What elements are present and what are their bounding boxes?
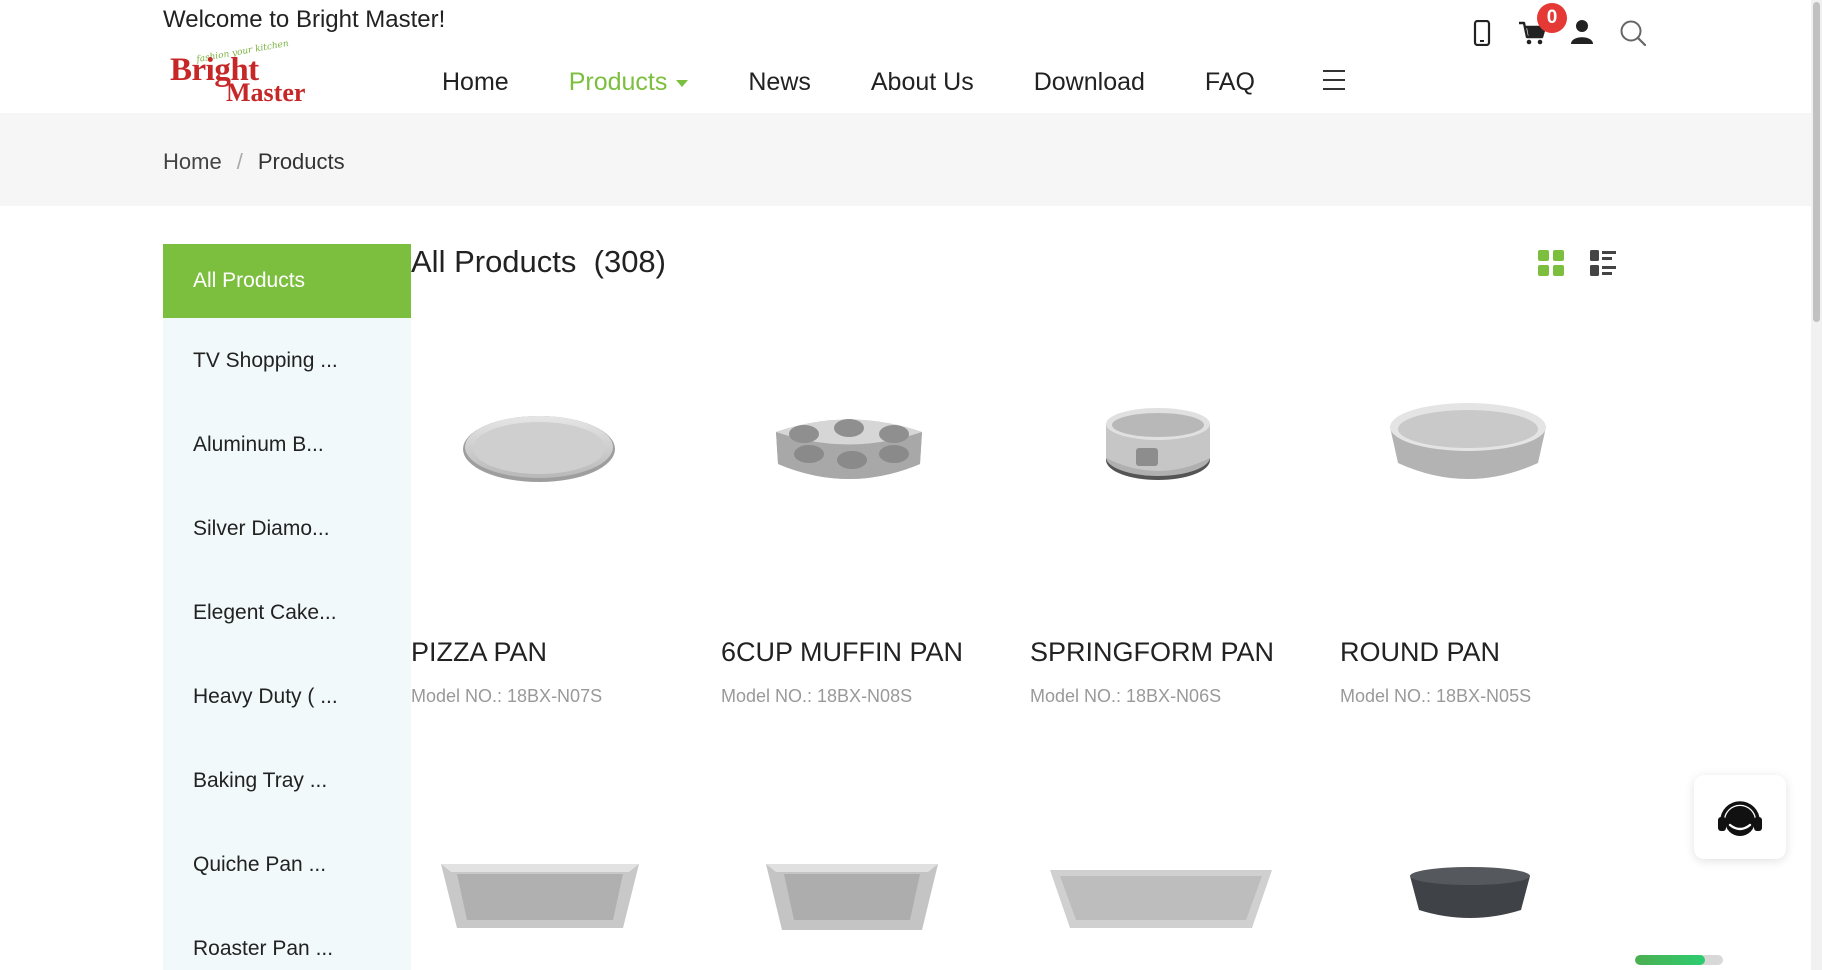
headset-icon xyxy=(1718,801,1762,836)
main-nav: Home Products News About Us Download FAQ xyxy=(442,62,1315,102)
welcome-text: Welcome to Bright Master! xyxy=(163,6,446,33)
product-image-round-pan[interactable] xyxy=(1340,352,1595,542)
product-image-rectangular-pan[interactable] xyxy=(437,850,643,936)
nav-home-label: Home xyxy=(442,67,509,96)
product-image-muffin-pan[interactable] xyxy=(721,352,976,542)
user-icon[interactable] xyxy=(1570,19,1594,45)
product-image-springform-pan[interactable] xyxy=(1030,352,1285,542)
sidebar-item-elegent-cake[interactable]: Elegent Cake... xyxy=(163,576,411,650)
nav-download-label: Download xyxy=(1033,67,1145,96)
sidebar-item-aluminum[interactable]: Aluminum B... xyxy=(163,408,411,482)
page-title: All Products (308) xyxy=(411,244,666,279)
chevron-down-icon xyxy=(676,79,689,87)
sidebar-item-all-products[interactable]: All Products xyxy=(163,244,411,318)
nav-faq-label: FAQ xyxy=(1204,67,1255,96)
sidebar-item-roaster-pan[interactable]: Roaster Pan ... xyxy=(163,912,411,970)
nav-products[interactable]: Products xyxy=(569,68,689,97)
product-model: Model NO.: 18BX-N08S xyxy=(721,686,913,706)
sidebar-item-silver-diamond[interactable]: Silver Diamo... xyxy=(163,492,411,566)
nav-download[interactable]: Download xyxy=(1034,68,1145,97)
product-image-square-pan[interactable] xyxy=(766,864,938,930)
category-sidebar: All Products TV Shopping ... Aluminum B.… xyxy=(163,244,411,970)
breadcrumb-bar: Home / Products xyxy=(0,113,1811,206)
breadcrumb-separator: / xyxy=(236,149,243,174)
logo-word-2: Master xyxy=(226,78,306,107)
scrollbar-thumb[interactable] xyxy=(1813,2,1820,322)
search-icon[interactable] xyxy=(1619,19,1647,47)
sidebar-item-heavy-duty[interactable]: Heavy Duty ( ... xyxy=(163,660,411,734)
product-name[interactable]: 6CUP MUFFIN PAN xyxy=(721,637,963,668)
nav-news[interactable]: News xyxy=(748,68,811,97)
nav-home[interactable]: Home xyxy=(442,68,509,97)
nav-about-us-label: About Us xyxy=(870,67,974,96)
nav-about-us[interactable]: About Us xyxy=(871,68,974,97)
breadcrumb-home-link[interactable]: Home xyxy=(163,149,222,175)
grid-view-icon[interactable] xyxy=(1538,250,1564,276)
product-image-pizza-pan[interactable] xyxy=(411,352,666,542)
menu-icon[interactable] xyxy=(1323,70,1345,90)
product-model: Model NO.: 18BX-N07S xyxy=(411,686,603,706)
product-model: Model NO.: 18BX-N05S xyxy=(1340,686,1532,706)
chat-support-button[interactable] xyxy=(1694,775,1786,859)
progress-fill xyxy=(1635,955,1706,965)
nav-faq[interactable]: FAQ xyxy=(1205,68,1255,97)
sidebar-item-tv-shopping[interactable]: TV Shopping ... xyxy=(163,324,411,398)
product-name[interactable]: SPRINGFORM PAN xyxy=(1030,637,1274,668)
site-header: Welcome to Bright Master! fashion your k… xyxy=(0,0,1811,113)
nav-products-label: Products xyxy=(568,67,668,96)
nav-news-label: News xyxy=(748,67,811,96)
sidebar-item-baking-tray[interactable]: Baking Tray ... xyxy=(163,744,411,818)
product-image-baking-sheet[interactable] xyxy=(1050,870,1272,928)
product-image-dark-round-pan[interactable] xyxy=(1410,867,1530,918)
list-view-icon[interactable] xyxy=(1590,250,1616,276)
product-name[interactable]: ROUND PAN xyxy=(1340,637,1500,668)
mobile-phone-icon[interactable] xyxy=(1472,20,1492,46)
page-scrollbar[interactable] xyxy=(1811,0,1822,970)
cart-count-badge: 0 xyxy=(1537,3,1567,33)
breadcrumb-current: Products xyxy=(257,149,345,174)
product-model: Model NO.: 18BX-N06S xyxy=(1030,686,1222,706)
sidebar-item-quiche-pan[interactable]: Quiche Pan ... xyxy=(163,828,411,902)
product-name[interactable]: PIZZA PAN xyxy=(411,637,547,668)
breadcrumb: Home / Products xyxy=(163,149,345,175)
brand-logo[interactable]: fashion your kitchen Bright Master xyxy=(168,39,316,110)
loading-progress-bar xyxy=(1635,955,1723,965)
